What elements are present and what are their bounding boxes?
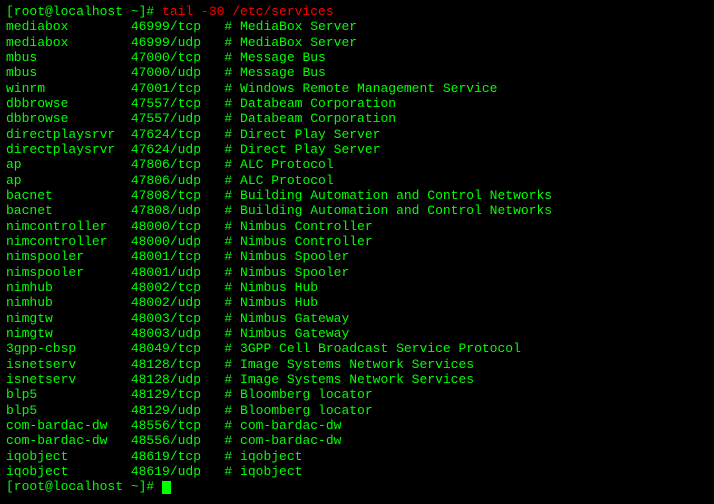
output-row: directplaysrvr 47624/udp # Direct Play S… (6, 142, 708, 157)
cursor (162, 481, 171, 494)
output-row: directplaysrvr 47624/tcp # Direct Play S… (6, 127, 708, 142)
output-row: com-bardac-dw 48556/udp # com-bardac-dw (6, 433, 708, 448)
prompt: [root@localhost ~]# (6, 4, 162, 19)
output-row: nimspooler 48001/tcp # Nimbus Spooler (6, 249, 708, 264)
output-row: nimcontroller 48000/tcp # Nimbus Control… (6, 219, 708, 234)
output-row: 3gpp-cbsp 48049/tcp # 3GPP Cell Broadcas… (6, 341, 708, 356)
output-row: blp5 48129/udp # Bloomberg locator (6, 403, 708, 418)
final-prompt-line: [root@localhost ~]# (6, 479, 708, 494)
output-row: isnetserv 48128/udp # Image Systems Netw… (6, 372, 708, 387)
output-row: nimcontroller 48000/udp # Nimbus Control… (6, 234, 708, 249)
output-row: winrm 47001/tcp # Windows Remote Managem… (6, 81, 708, 96)
output-row: nimgtw 48003/tcp # Nimbus Gateway (6, 311, 708, 326)
output-lines: mediabox 46999/tcp # MediaBox Servermedi… (6, 19, 708, 479)
output-row: mbus 47000/udp # Message Bus (6, 65, 708, 80)
terminal: [root@localhost ~]# tail -30 /etc/servic… (0, 0, 714, 504)
output-row: mediabox 46999/udp # MediaBox Server (6, 35, 708, 50)
output-row: nimhub 48002/udp # Nimbus Hub (6, 295, 708, 310)
output-row: nimspooler 48001/udp # Nimbus Spooler (6, 265, 708, 280)
output-row: ap 47806/udp # ALC Protocol (6, 173, 708, 188)
output-row: bacnet 47808/udp # Building Automation a… (6, 203, 708, 218)
output-row: bacnet 47808/tcp # Building Automation a… (6, 188, 708, 203)
output-row: iqobject 48619/udp # iqobject (6, 464, 708, 479)
output-row: isnetserv 48128/tcp # Image Systems Netw… (6, 357, 708, 372)
output-row: com-bardac-dw 48556/tcp # com-bardac-dw (6, 418, 708, 433)
command-text: tail -30 /etc/services (162, 4, 334, 19)
output-row: mbus 47000/tcp # Message Bus (6, 50, 708, 65)
output-row: dbbrowse 47557/tcp # Databeam Corporatio… (6, 96, 708, 111)
final-prompt: [root@localhost ~]# (6, 479, 162, 494)
output-row: mediabox 46999/tcp # MediaBox Server (6, 19, 708, 34)
output-row: nimhub 48002/tcp # Nimbus Hub (6, 280, 708, 295)
output-row: ap 47806/tcp # ALC Protocol (6, 157, 708, 172)
output-row: iqobject 48619/tcp # iqobject (6, 449, 708, 464)
command-line: [root@localhost ~]# tail -30 /etc/servic… (6, 4, 708, 19)
output-row: nimgtw 48003/udp # Nimbus Gateway (6, 326, 708, 341)
output-row: dbbrowse 47557/udp # Databeam Corporatio… (6, 111, 708, 126)
output-row: blp5 48129/tcp # Bloomberg locator (6, 387, 708, 402)
